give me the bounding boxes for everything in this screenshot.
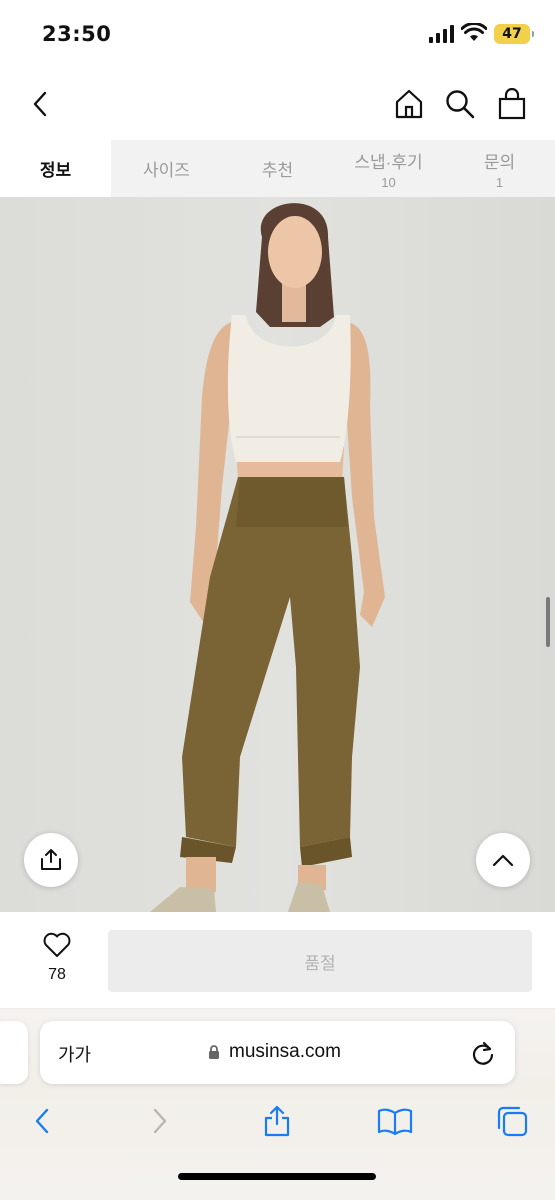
lock-icon — [209, 1045, 219, 1059]
tabs-icon — [497, 1106, 528, 1137]
url-text: musinsa.com — [229, 1041, 341, 1062]
sold-out-button[interactable]: 품절 — [108, 930, 532, 992]
purchase-bar: 78 품절 — [0, 912, 555, 1009]
share-icon — [41, 849, 61, 870]
tab-count: 10 — [381, 174, 396, 190]
wifi-icon — [461, 23, 487, 41]
like-button[interactable]: 78 — [28, 932, 86, 984]
product-tabs: 정보 사이즈 추천 스냅·후기 10 문의 1 — [0, 140, 555, 197]
chevron-up-icon — [492, 854, 514, 867]
share-button[interactable] — [24, 833, 78, 887]
browser-back-button[interactable] — [22, 1101, 62, 1141]
like-count: 78 — [48, 966, 66, 983]
address-bar[interactable]: 가가 musinsa.com — [40, 1021, 515, 1084]
tab-snap-review[interactable]: 스냅·후기 10 — [333, 140, 444, 197]
book-icon — [377, 1108, 413, 1135]
scroll-indicator[interactable] — [546, 597, 550, 647]
chevron-right-icon — [153, 1108, 167, 1134]
previous-tab-card[interactable] — [0, 1021, 28, 1084]
shopping-bag-icon — [498, 88, 526, 120]
product-image[interactable] — [0, 197, 555, 912]
home-icon — [395, 89, 423, 119]
tab-count: 1 — [495, 174, 504, 190]
tab-size[interactable]: 사이즈 — [111, 140, 222, 197]
home-indicator[interactable] — [178, 1173, 376, 1180]
tab-label: 정보 — [39, 161, 72, 180]
heart-icon — [43, 932, 71, 957]
chevron-left-icon — [35, 1108, 49, 1134]
back-button[interactable] — [22, 86, 58, 122]
bookmarks-button[interactable] — [375, 1101, 415, 1141]
status-bar: 23:50 47 — [0, 0, 555, 70]
tab-recommend[interactable]: 추천 — [222, 140, 333, 197]
tab-label: 추천 — [261, 161, 294, 180]
text-size-button[interactable]: 가가 — [58, 1041, 91, 1067]
tab-label: 문의 — [483, 152, 516, 172]
browser-share-button[interactable] — [257, 1101, 297, 1141]
tab-inquiry[interactable]: 문의 1 — [444, 140, 555, 197]
tab-label: 사이즈 — [143, 161, 190, 180]
browser-forward-button[interactable] — [140, 1101, 180, 1141]
share-icon — [264, 1105, 290, 1137]
cart-button[interactable] — [494, 86, 530, 122]
model-photo — [150, 203, 385, 912]
tab-info[interactable]: 정보 — [0, 140, 111, 197]
app-header — [0, 70, 555, 140]
scroll-to-top-button[interactable] — [476, 833, 530, 887]
status-time: 23:50 — [42, 22, 112, 46]
search-icon — [446, 90, 475, 119]
tab-label: 스냅·후기 — [354, 152, 423, 172]
browser-toolbar: 가가 musinsa.com — [0, 1009, 555, 1200]
tabs-button[interactable] — [492, 1101, 532, 1141]
reload-icon[interactable] — [468, 1038, 498, 1068]
cellular-signal-icon — [429, 25, 454, 43]
search-button[interactable] — [442, 86, 478, 122]
home-button[interactable] — [391, 86, 427, 122]
chevron-left-icon — [33, 91, 47, 117]
battery-indicator: 47 — [494, 24, 534, 44]
